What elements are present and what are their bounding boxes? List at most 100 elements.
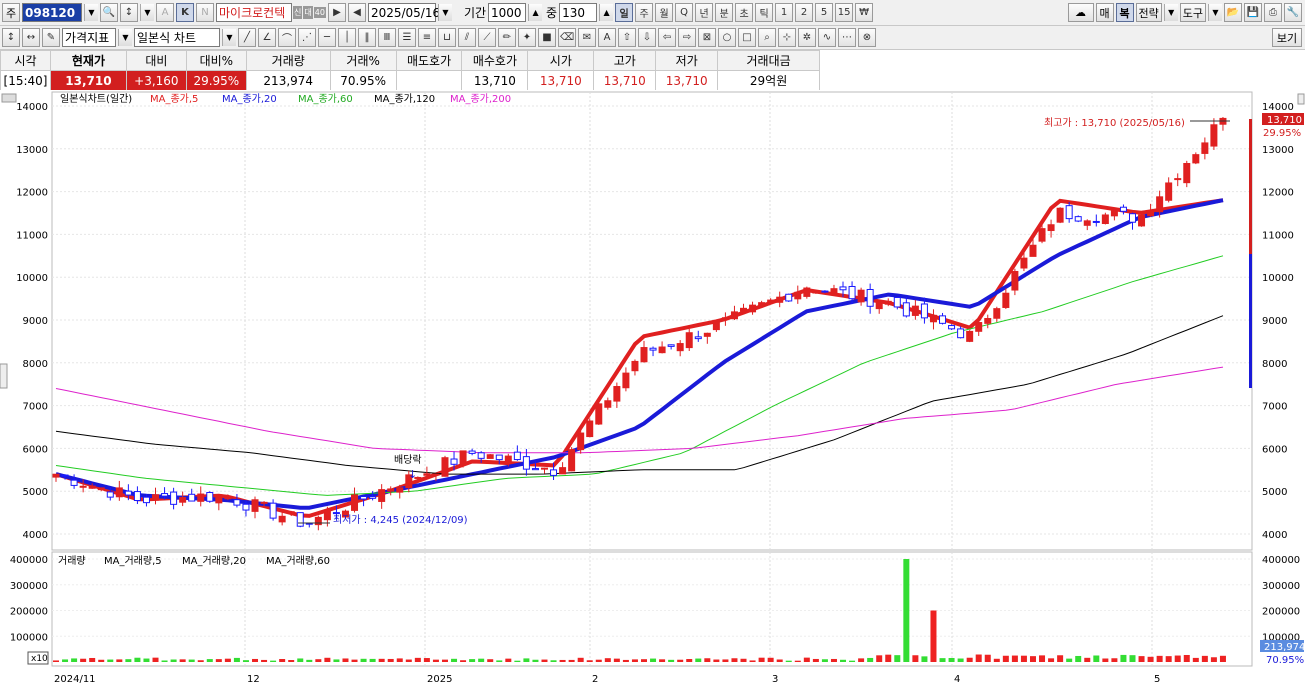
interval-minute-button[interactable]: 분 [715,3,734,22]
interval-tick-button[interactable]: 틱 [755,3,774,22]
period-input[interactable]: 1000 [488,3,527,22]
print-icon[interactable]: ⎙ [1264,3,1282,22]
count-input[interactable]: 130 [559,3,598,22]
volume-bar [1066,658,1073,662]
volume-bar [704,658,711,662]
quote-header: 거래% [329,50,397,71]
candle-body [1119,206,1127,212]
edit-icon[interactable]: ✎ [42,28,60,47]
note-icon[interactable]: ✉ [578,28,596,47]
interval-day-button[interactable]: 일 [615,3,634,22]
interval-quarter-button[interactable]: Q [675,3,694,22]
side-expand-handle[interactable] [0,363,8,389]
wave-icon[interactable]: ∿ [818,28,836,47]
stock-code-input[interactable]: 098120 [22,3,82,22]
regression-icon[interactable]: ⟋ [478,28,496,47]
left-arrow-icon[interactable]: ⇦ [658,28,676,47]
mode-n-button[interactable]: N [196,3,214,22]
text-icon[interactable]: A [598,28,616,47]
circle-icon[interactable]: ○ [718,28,736,47]
chart-type-dropdown-icon[interactable]: ▼ [222,29,236,46]
sort-icon[interactable]: ↕ [120,3,138,22]
interval-15-button[interactable]: 15 [835,3,854,22]
arc-icon[interactable]: ⌒ [278,28,296,47]
bug-icon[interactable]: ✲ [798,28,816,47]
channel-icon[interactable]: ≡ [418,28,436,47]
save-icon[interactable]: 💾 [1244,3,1262,22]
next-arrow-icon[interactable]: ▶ [327,3,346,22]
up-arrow-icon[interactable]: ⇧ [618,28,636,47]
eraser-icon[interactable]: ⌫ [558,28,576,47]
cycle-lines-icon[interactable]: ‖ [358,28,376,47]
strategy-dropdown-icon[interactable]: ▼ [1163,4,1178,21]
hline-icon[interactable]: ─ [318,28,336,47]
cloud-icon[interactable]: ☁ [1067,3,1094,22]
down-arrow-icon[interactable]: ⇩ [638,28,656,47]
period-label: 기간 [463,6,487,20]
grid-lines-icon[interactable]: Ⅲ [378,28,396,47]
interval-week-button[interactable]: 주 [635,3,654,22]
right-arrow-icon[interactable]: ⇨ [678,28,696,47]
count-spin-icon[interactable]: ▲ [599,4,614,21]
price-chart[interactable]: 14000 14000 13000 13000 12000 12000 11000 11000… [0,90,1305,686]
fan-icon[interactable]: ⋰ [298,28,316,47]
sort-dropdown-icon[interactable]: ▼ [140,4,154,21]
period-spin-icon[interactable]: ▲ [528,4,543,21]
volume-bar [541,659,548,662]
table-icon[interactable]: ☰ [398,28,416,47]
interval-5-button[interactable]: 5 [815,3,834,22]
tools-button[interactable]: 도구 [1179,3,1206,22]
bars-icon[interactable]: ⊔ [438,28,456,47]
interval-year-button[interactable]: 년 [695,3,714,22]
strategy-button[interactable]: 전략 [1135,3,1162,22]
search-icon[interactable]: 🔍 [100,3,118,22]
prev-arrow-icon[interactable]: ◀ [347,3,366,22]
interval-second-button[interactable]: 초 [735,3,754,22]
folder-icon[interactable]: 📂 [1224,3,1242,22]
interval-month-button[interactable]: 월 [655,3,674,22]
trendline-icon[interactable]: ╱ [238,28,256,47]
restore-button[interactable]: 복 [1115,3,1134,22]
y-tick-left: 14000 [16,102,48,113]
view-button[interactable]: 보기 [1272,28,1302,47]
buy-button[interactable]: 매 [1095,3,1114,22]
tools-dropdown-icon[interactable]: ▼ [1208,4,1222,21]
candle-body [378,489,386,502]
scroll-left-handle[interactable] [1,93,17,103]
date-dropdown-icon[interactable]: ▼ [437,4,452,21]
parallel-icon[interactable]: ⫽ [458,28,476,47]
market-select[interactable]: 주 [2,3,20,22]
color-icon[interactable]: ■ [538,28,556,47]
pencil-icon[interactable]: ✏ [498,28,516,47]
candle-body [1038,228,1046,242]
chart-style-icon[interactable]: ₩ [855,3,874,22]
magic-icon[interactable]: ✦ [518,28,536,47]
interval-2-button[interactable]: 2 [795,3,814,22]
indicator-dropdown-icon[interactable]: ▼ [118,29,132,46]
horizontal-arrow-icon[interactable]: ↔ [22,28,40,47]
delete-all-icon[interactable]: ⊗ [858,28,876,47]
code-dropdown-icon[interactable]: ▼ [84,4,98,21]
candle-body [450,458,458,465]
mode-a-button[interactable]: A [156,3,174,22]
stock-name-field[interactable]: 마이크로컨텍 [216,3,292,22]
crosshair-icon[interactable]: ⊹ [778,28,796,47]
volume-bar [378,658,385,662]
signal-icon[interactable]: ⊠ [698,28,716,47]
right-expand-handle[interactable] [1297,93,1305,105]
indicator-select[interactable]: 가격지표 [62,28,116,47]
zoom-icon[interactable]: ⌕ [758,28,776,47]
volume-bar [867,657,874,662]
vline-icon[interactable]: │ [338,28,356,47]
dots-icon[interactable]: ⋯ [838,28,856,47]
vertical-arrow-icon[interactable]: ↕ [2,28,20,47]
volume-bar [297,658,304,662]
date-input[interactable]: 2025/05/16 [367,3,440,22]
chart-type-select[interactable]: 일본식 차트 [134,28,220,47]
angle-line-icon[interactable]: ∠ [258,28,276,47]
volume-bar [686,659,693,662]
interval-1-button[interactable]: 1 [775,3,794,22]
wrench-icon[interactable]: 🔧 [1284,3,1302,22]
rectangle-icon[interactable]: □ [738,28,756,47]
mode-k-button[interactable]: K [176,3,194,22]
